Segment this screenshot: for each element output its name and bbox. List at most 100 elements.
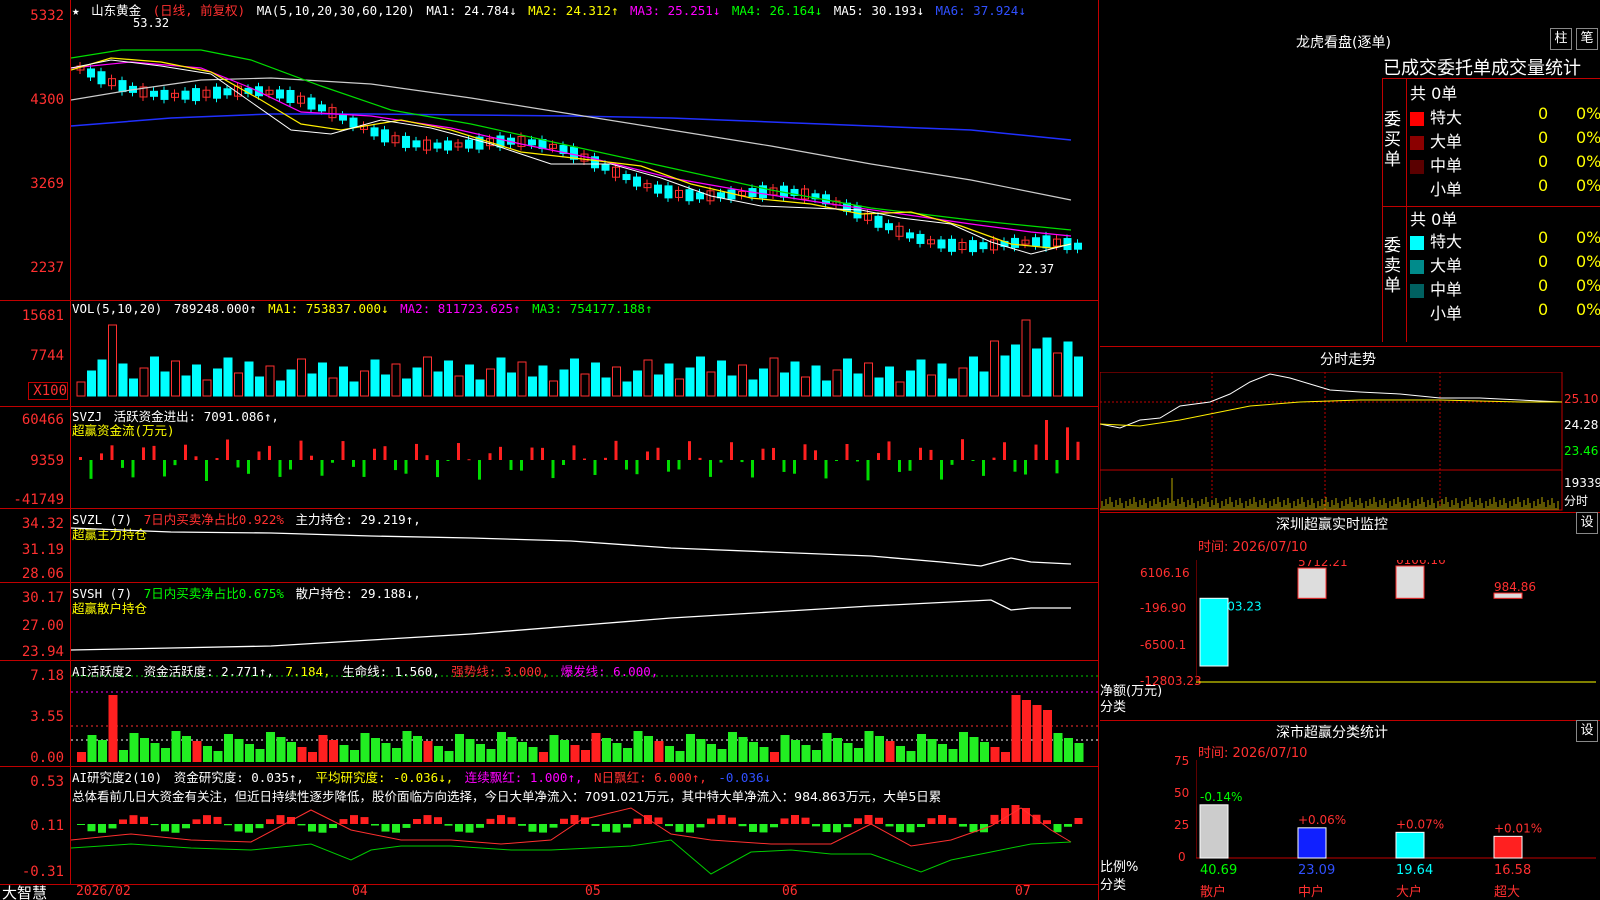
research-bar [749, 824, 757, 832]
volume-bar [108, 324, 117, 397]
activity-bar [497, 732, 506, 762]
volume-bar [738, 364, 747, 397]
buy-row-2: 中单 0 0% [1410, 152, 1600, 176]
flow-bar [740, 460, 744, 463]
research-bar [318, 824, 327, 833]
volume-bar [444, 360, 453, 397]
ai2-bars[interactable] [71, 800, 1098, 884]
volume-bar [87, 370, 96, 397]
ai1-axis-1: 3.55 [30, 709, 64, 725]
row-label: 大单 [1430, 132, 1463, 151]
sz-monitor-chart[interactable]: -12803.23散户5712.21中户6106.16大户984.86超大 [1196, 560, 1596, 684]
volume-bar [486, 368, 495, 397]
candle [381, 129, 389, 143]
volume-bar [139, 367, 149, 397]
activity-bar [1011, 695, 1021, 762]
volume-bar [150, 356, 159, 397]
flow-bar [929, 449, 933, 460]
sz-class-bar-0 [1199, 804, 1229, 859]
flow-bar [373, 448, 376, 460]
sz-class-chart[interactable]: -0.14% 40.69 散户 +0.06% 23.09 中户 +0.07% 19.64 大户 +… [1196, 760, 1596, 900]
sz-class-bar-3 [1493, 835, 1523, 859]
flow-bar [551, 460, 555, 479]
row-percent: 0% [1576, 128, 1600, 147]
sz-monitor-settings-button[interactable]: 设 [1576, 512, 1598, 534]
flow-bar [1076, 441, 1080, 460]
research-bar [108, 824, 117, 829]
sell-row-2: 中单 0 0% [1410, 276, 1600, 300]
svzj-axis-1: 9359 [30, 453, 64, 469]
activity-bar [444, 751, 454, 762]
research-bar [602, 824, 610, 832]
research-bar [171, 824, 180, 833]
flow-bar [205, 460, 208, 481]
flow-bar [803, 444, 807, 460]
volume-bar [475, 379, 485, 397]
activity-bar [413, 736, 422, 762]
activity-bar [192, 741, 202, 762]
sz-class-value-1: 23.09 [1298, 863, 1335, 878]
svzj-axis-2: -41749 [13, 492, 64, 508]
flow-bar [572, 445, 576, 460]
volume-bars[interactable] [71, 316, 1098, 398]
flow-bar [646, 451, 649, 460]
star-icon[interactable]: ★ [72, 3, 80, 18]
activity-bar [329, 740, 338, 762]
activity-bar [948, 749, 958, 762]
ma2-value: MA2: 24.312↑ [528, 3, 619, 18]
flow-bar [142, 447, 145, 460]
main-chart-area[interactable]: ★ 山东黄金 (日线, 前复权) MA(5,10,20,30,60,120) M… [0, 0, 1100, 900]
volume-bar [654, 374, 663, 397]
flow-bar [604, 457, 607, 460]
price-axis-2: 3269 [30, 176, 64, 192]
flow-bar [950, 460, 954, 465]
volume-bar [1011, 344, 1020, 397]
candle [1032, 237, 1040, 247]
tick-mode-button[interactable]: 笔 [1576, 28, 1598, 50]
sz-monitor-xlabel: 分类 [1100, 700, 1127, 715]
bar-mode-button[interactable]: 柱 [1550, 28, 1572, 50]
flow-bar [467, 459, 471, 461]
color-swatch [1410, 307, 1424, 322]
svzl-line[interactable] [71, 520, 1098, 580]
activity-bar [686, 734, 695, 762]
activity-bar [644, 736, 653, 762]
activity-bar [486, 749, 496, 762]
ai2-axis-1: 0.11 [30, 818, 64, 834]
candle [118, 80, 127, 93]
research-bar [1022, 807, 1030, 824]
candlestick-chart[interactable] [71, 18, 1098, 298]
sell-total: 共 0单 [1410, 210, 1458, 229]
volume-bar [328, 377, 338, 397]
research-bar [654, 817, 663, 824]
color-swatch [1410, 159, 1424, 174]
ai2-a: 资金研究度: 0.035↑, [173, 770, 304, 785]
flow-bar [446, 460, 450, 461]
candle [465, 139, 473, 149]
activity-bar [591, 733, 601, 762]
svzj-bars[interactable] [71, 420, 1098, 506]
research-bar [360, 817, 369, 824]
svsh-axis-1: 27.00 [21, 618, 64, 634]
flow-bar [289, 460, 292, 470]
flow-bar [383, 446, 387, 460]
research-bar [423, 815, 432, 824]
sz-monitor-value-2: 6106.16 [1396, 560, 1446, 567]
volume-bar [528, 376, 537, 397]
volume-bar [727, 375, 737, 397]
ai1-bars[interactable] [71, 670, 1098, 764]
activity-bar [119, 750, 128, 762]
sz-class-settings-button[interactable]: 设 [1576, 720, 1598, 742]
volume-bar [990, 340, 999, 397]
intraday-chart[interactable] [1100, 372, 1600, 512]
svsh-line[interactable] [71, 590, 1098, 658]
longhu-title: 龙虎看盘(逐单) [1296, 35, 1391, 51]
activity-bar [696, 739, 706, 762]
activity-bar [1053, 733, 1063, 762]
flow-bar [772, 447, 775, 460]
candle [192, 88, 200, 102]
row-label: 特大 [1430, 232, 1463, 251]
activity-bar [885, 741, 895, 762]
sz-class-time: 时间: 2026/07/10 [1198, 746, 1308, 761]
activity-bar [287, 742, 296, 762]
